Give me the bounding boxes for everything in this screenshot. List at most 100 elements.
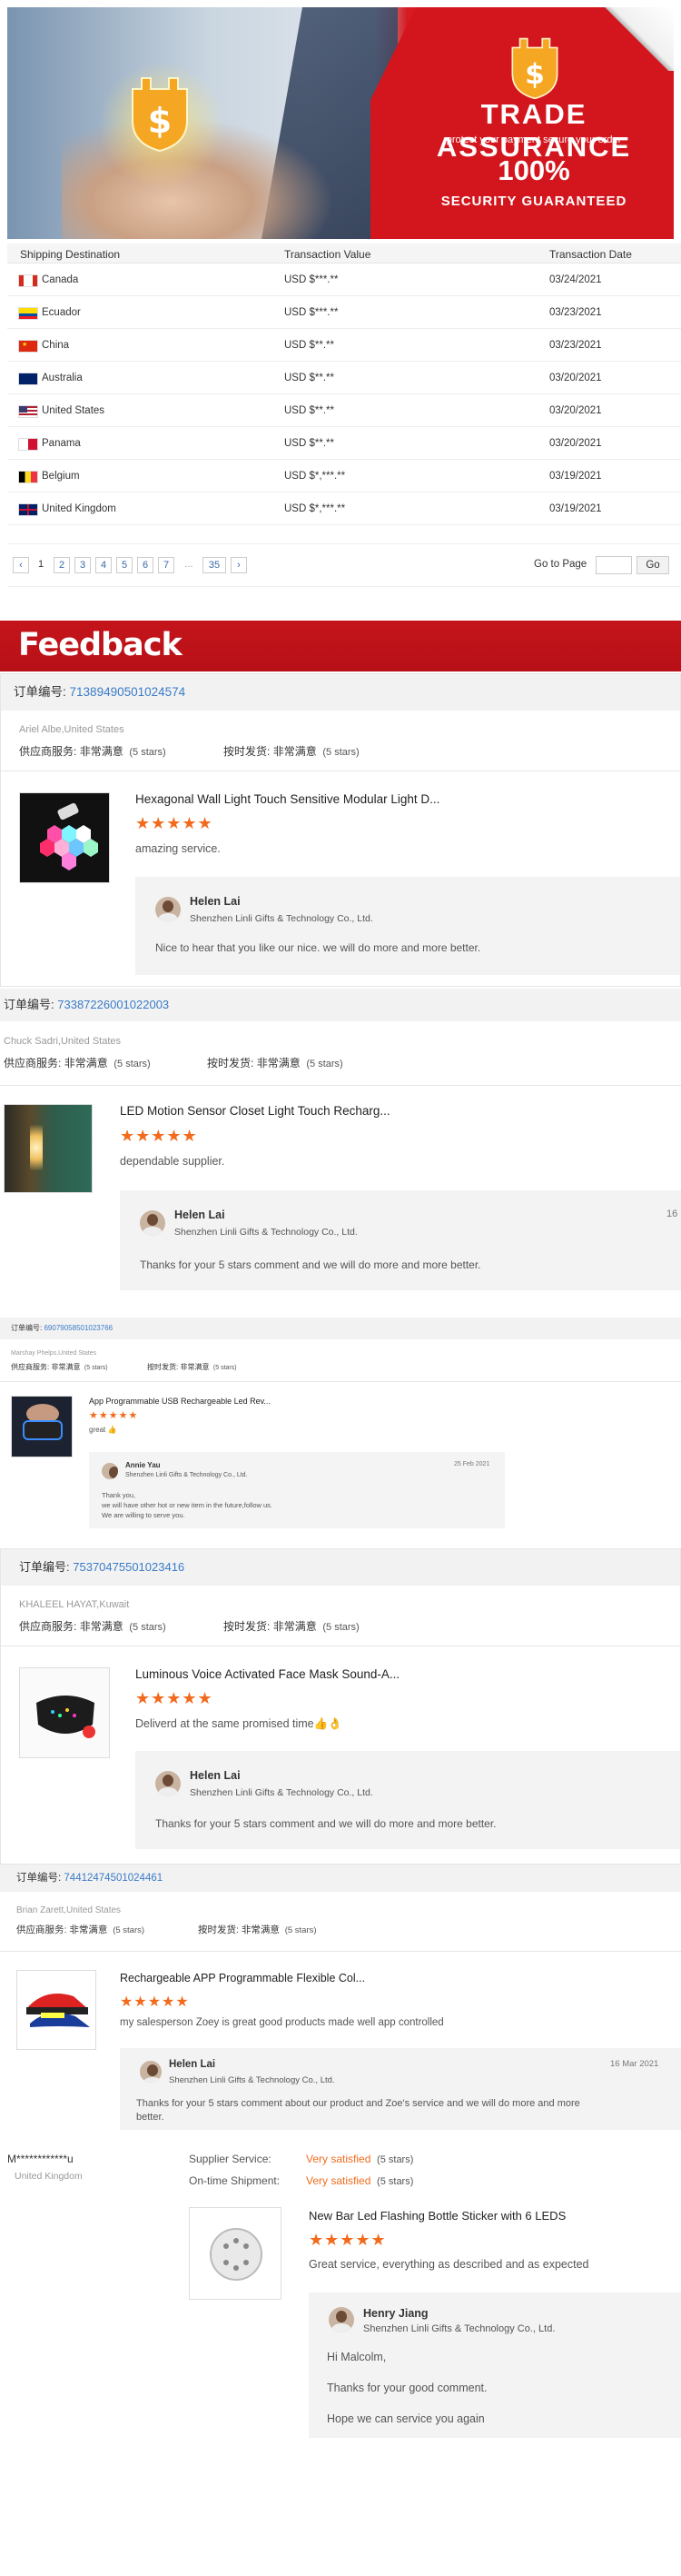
ec-flag-icon: [18, 307, 38, 320]
value-cell: USD $*,***.**: [284, 471, 346, 482]
seller-reply: Henry Jiang Shenzhen Linli Gifts & Techn…: [309, 2293, 681, 2438]
reply-name: Annie Yau: [125, 1461, 161, 1469]
column-header: Shipping Destination: [20, 248, 121, 261]
page-6[interactable]: 6: [137, 557, 153, 573]
page-1[interactable]: 1: [33, 557, 49, 573]
shipment-rating: 按时发货: 非常满意 (5 stars): [198, 1925, 317, 1935]
review-card: 订单编号: 75370475501023416 KHALEEL HAYAT,Ku…: [0, 1548, 681, 1865]
date-cell: 03/20/2021: [549, 438, 602, 449]
country-cell: China: [42, 340, 70, 351]
supplier-rating: 供应商服务: 非常满意 (5 stars): [19, 745, 166, 758]
product-title-link[interactable]: App Programmable USB Rechargeable Led Re…: [89, 1397, 271, 1406]
transaction-table: Shipping Destination Transaction Value T…: [7, 244, 681, 525]
date-cell: 03/20/2021: [549, 405, 602, 416]
buyer-name: Chuck Sadri,United States: [4, 1036, 122, 1047]
buyer-comment: Deliverd at the same promised time👍👌: [135, 1717, 342, 1730]
buyer-comment: dependable supplier.: [120, 1155, 225, 1168]
table-row: Panama USD $**.** 03/20/2021: [7, 427, 681, 460]
page-4[interactable]: 4: [95, 557, 112, 573]
buyer-comment: Great service, everything as described a…: [309, 2258, 589, 2271]
page-5[interactable]: 5: [116, 557, 133, 573]
supplier-rating-value: Very satisfied (5 stars): [306, 2153, 414, 2165]
product-image[interactable]: [16, 1970, 96, 2050]
product-image[interactable]: [19, 1667, 110, 1758]
value-cell: USD $***.**: [284, 307, 339, 318]
country-cell: Panama: [42, 438, 81, 449]
product-image[interactable]: [189, 2207, 281, 2300]
order-bar: 订单编号: 75370475501023416: [1, 1549, 680, 1586]
reply-date: 25 Feb 2021: [454, 1461, 490, 1467]
rating-stars: ★★★★★: [135, 814, 213, 832]
product-title-link[interactable]: Luminous Voice Activated Face Mask Sound…: [135, 1667, 400, 1681]
us-flag-icon: [18, 405, 38, 418]
reply-name: Helen Lai: [190, 1769, 241, 1782]
country-cell: United States: [42, 405, 105, 416]
reply-text: Thanks for your 5 stars comment and we w…: [155, 1817, 497, 1830]
reply-company: Shenzhen Linli Gifts & Technology Co., L…: [190, 913, 373, 924]
date-cell: 03/20/2021: [549, 373, 602, 383]
page-3[interactable]: 3: [74, 557, 91, 573]
order-number-link[interactable]: 74412474501024461: [64, 1873, 163, 1884]
order-bar: 订单编号: 74412474501024461: [0, 1865, 681, 1892]
next-page-button[interactable]: ›: [231, 557, 247, 573]
value-cell: USD $**.**: [284, 373, 334, 383]
au-flag-icon: [18, 373, 38, 385]
product-title-link[interactable]: LED Motion Sensor Closet Light Touch Rec…: [120, 1104, 390, 1118]
country-cell: United Kingdom: [42, 503, 116, 514]
ca-flag-icon: [18, 274, 38, 287]
order-label: 订单编号:: [11, 1324, 43, 1332]
product-title-link[interactable]: New Bar Led Flashing Bottle Sticker with…: [309, 2209, 566, 2223]
review-card: 订单编号: 74412474501024461 Brian Zarett,Uni…: [0, 1865, 681, 2137]
order-number-link[interactable]: 71389490501024574: [70, 685, 186, 699]
rating-stars: ★★★★★: [89, 1410, 139, 1421]
reply-company: Shenzhen Linli Gifts & Technology Co., L…: [125, 1472, 248, 1478]
seller-reply: Helen Lai Shenzhen Linli Gifts & Technol…: [120, 2048, 681, 2130]
product-title-link[interactable]: Rechargeable APP Programmable Flexible C…: [120, 1972, 365, 1984]
rating-stars: ★★★★★: [120, 1127, 198, 1145]
reply-date: 16 Mar 2021: [610, 2059, 659, 2069]
column-header: Transaction Value: [284, 248, 371, 261]
shipment-rating: 按时发货: 非常满意 (5 stars): [207, 1057, 343, 1069]
goto-page-input[interactable]: [596, 556, 632, 574]
order-number-link[interactable]: 69079058501023766: [44, 1324, 113, 1332]
table-row: Canada USD $***.** 03/24/2021: [7, 264, 681, 296]
review-card: M************u United Kingdom Supplier S…: [0, 2140, 681, 2467]
product-image[interactable]: [4, 1104, 93, 1193]
buyer-comment: my salesperson Zoey is great good produc…: [120, 2017, 444, 2028]
value-cell: USD $***.**: [284, 274, 339, 285]
order-label: 订单编号:: [16, 1873, 62, 1884]
date-cell: 03/23/2021: [549, 307, 602, 318]
avatar: [140, 2061, 162, 2083]
face-mask-image: [36, 1696, 95, 1738]
reply-company: Shenzhen Linli Gifts & Technology Co., L…: [169, 2075, 335, 2085]
shipment-rating: On-time Shipment:: [189, 2174, 281, 2187]
avatar: [155, 897, 181, 922]
reply-text: Nice to hear that you like our nice. we …: [155, 941, 481, 954]
rating-stars: ★★★★★: [309, 2231, 387, 2249]
product-image[interactable]: [11, 1396, 73, 1457]
date-cell: 03/19/2021: [549, 503, 602, 514]
svg-text:$: $: [148, 101, 172, 141]
reply-text: Thanks for your 5 stars comment and we w…: [140, 1258, 481, 1271]
product-image[interactable]: [19, 792, 110, 883]
supplier-rating: Supplier Service:: [189, 2153, 271, 2165]
table-row: Australia USD $**.** 03/20/2021: [7, 362, 681, 394]
avatar: [102, 1463, 118, 1479]
prev-page-button[interactable]: ‹: [13, 557, 29, 573]
go-button[interactable]: Go: [637, 556, 669, 574]
value-cell: USD $**.**: [284, 438, 334, 449]
shield-dollar-icon: $: [511, 37, 558, 100]
seller-reply: Helen Lai Shenzhen Linli Gifts & Technol…: [120, 1190, 681, 1290]
country-cell: Ecuador: [42, 307, 81, 318]
page-7[interactable]: 7: [158, 557, 174, 573]
feedback-header: Feedback: [0, 621, 681, 671]
product-title-link[interactable]: Hexagonal Wall Light Touch Sensitive Mod…: [135, 792, 439, 806]
goto-label: Go to Page: [534, 559, 587, 570]
page-2[interactable]: 2: [54, 557, 70, 573]
avatar: [329, 2307, 354, 2332]
date-cell: 03/19/2021: [549, 471, 602, 482]
order-number-link[interactable]: 73387226001022003: [57, 998, 169, 1011]
order-number-link[interactable]: 75370475501023416: [73, 1560, 184, 1574]
page-35[interactable]: 35: [202, 557, 226, 573]
hexagon-light-image: [40, 802, 98, 870]
